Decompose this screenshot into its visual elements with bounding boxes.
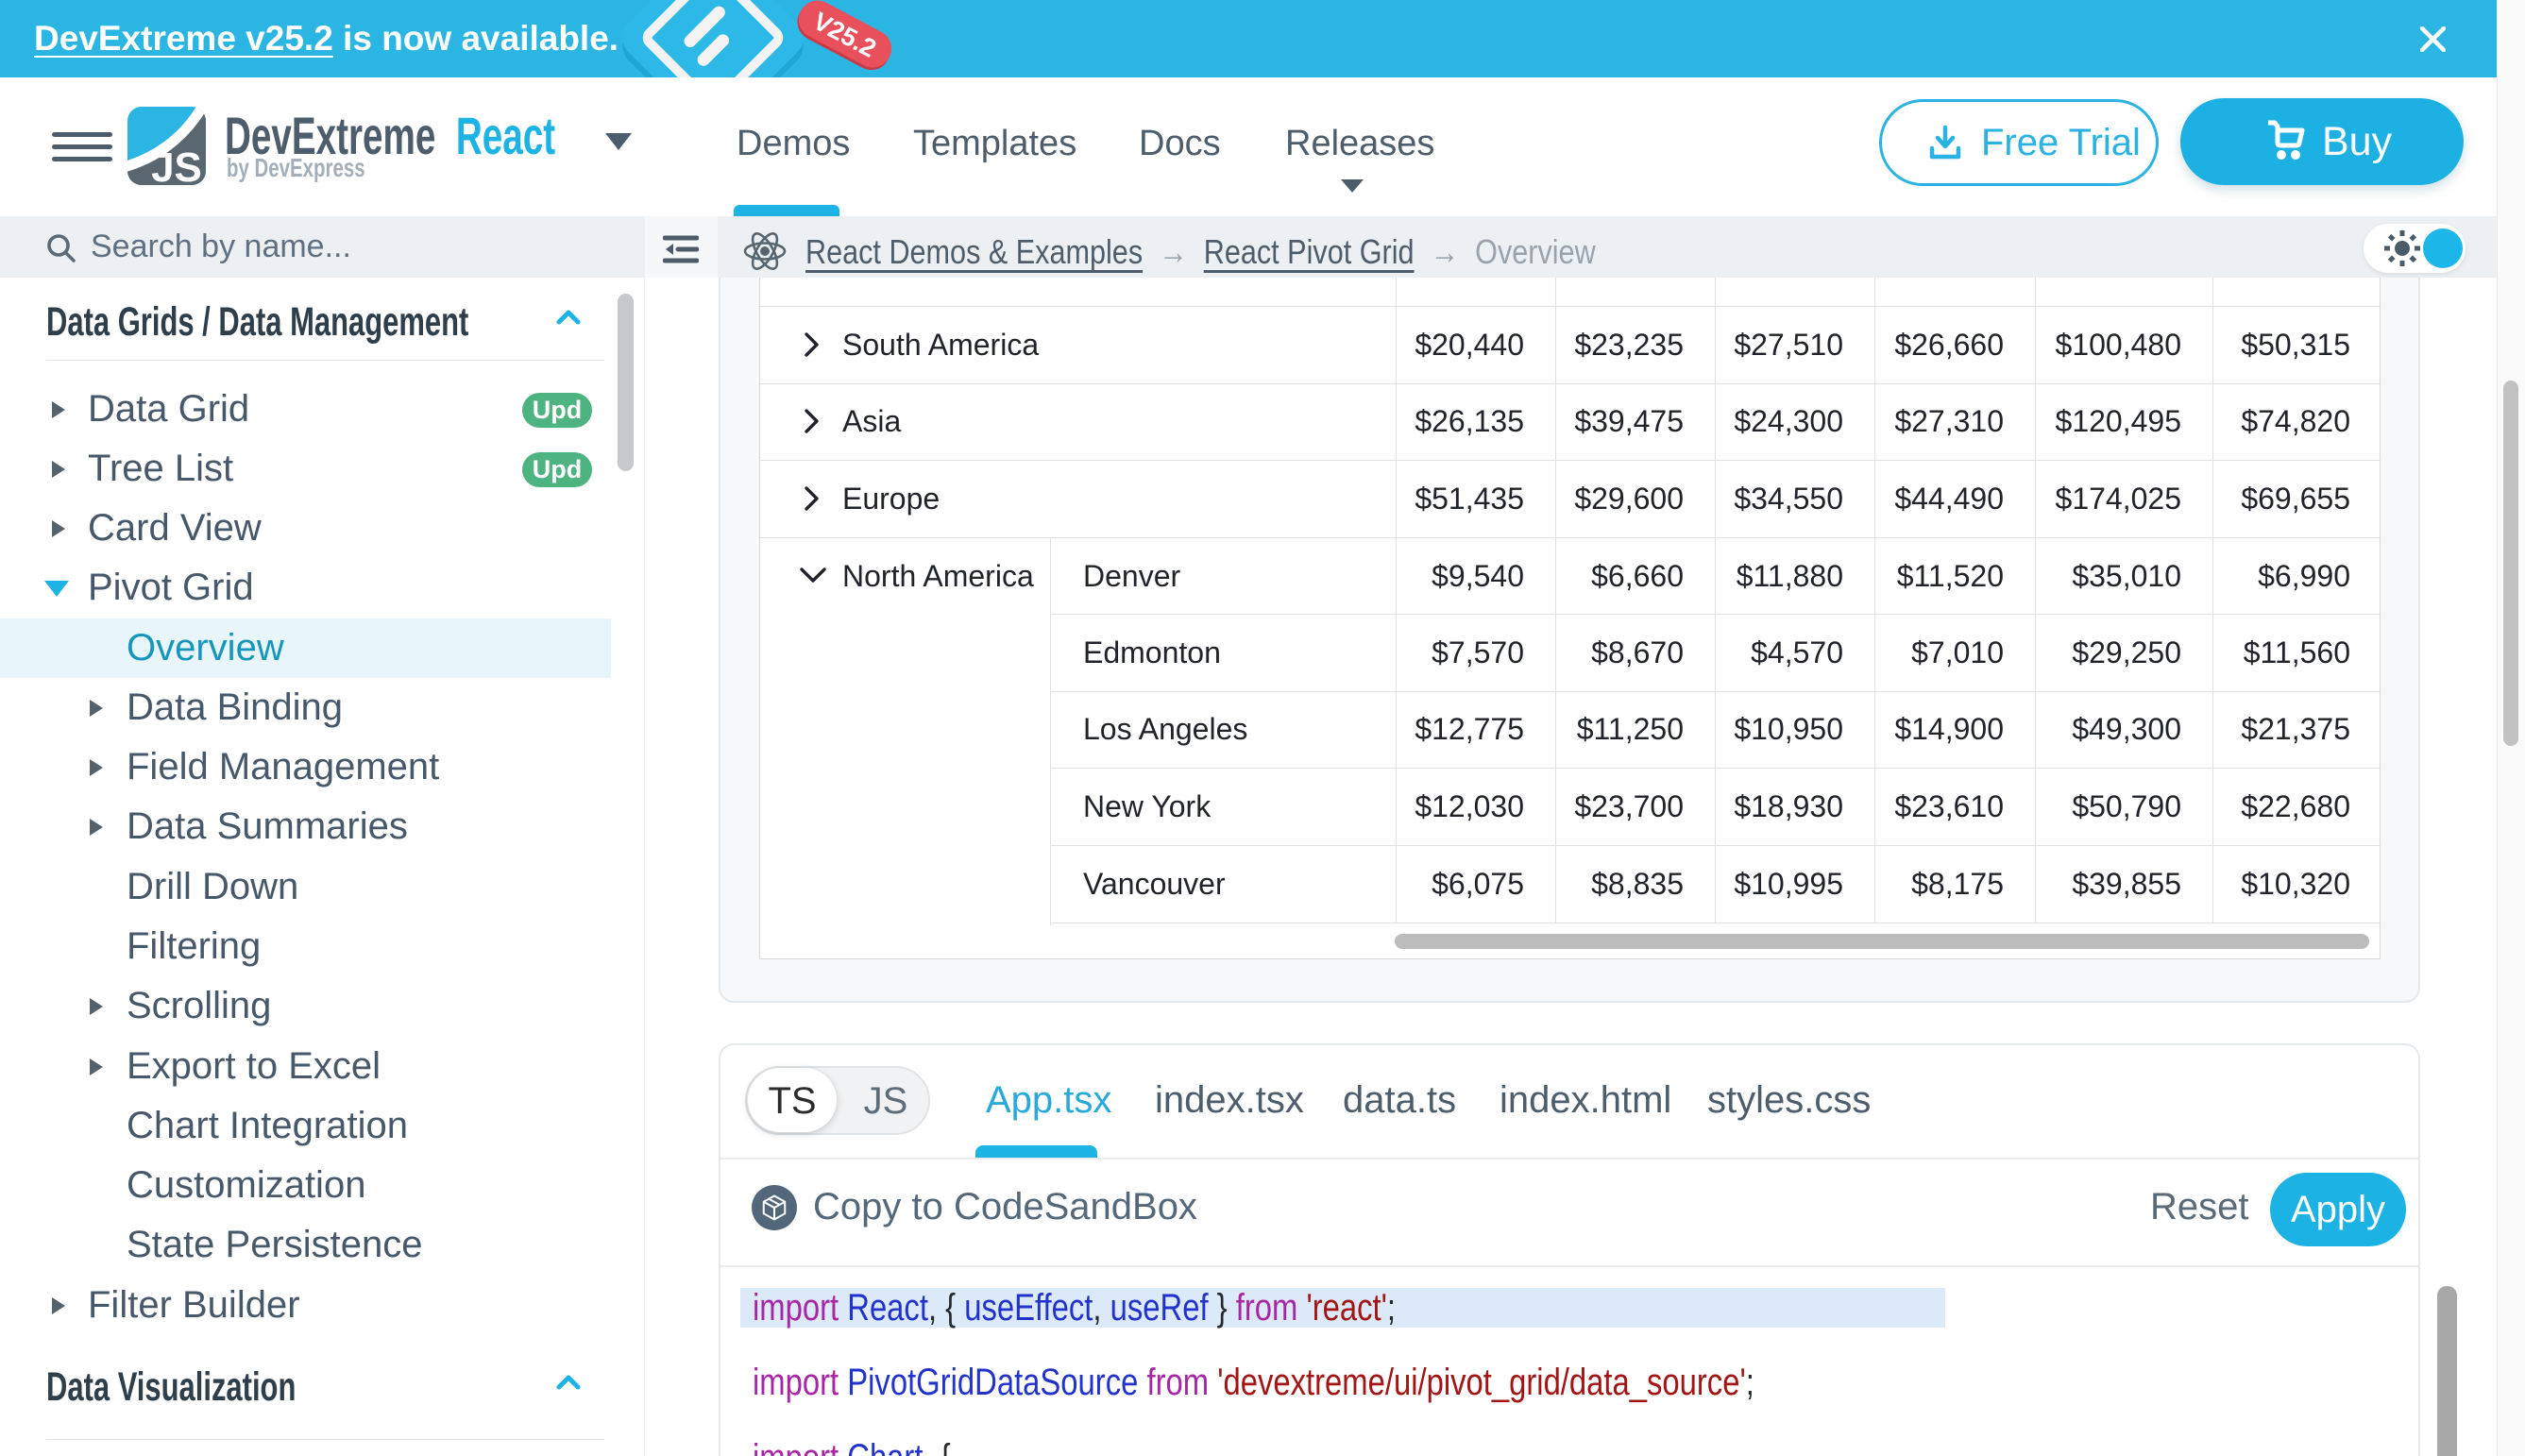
- svg-text:JS: JS: [151, 144, 202, 185]
